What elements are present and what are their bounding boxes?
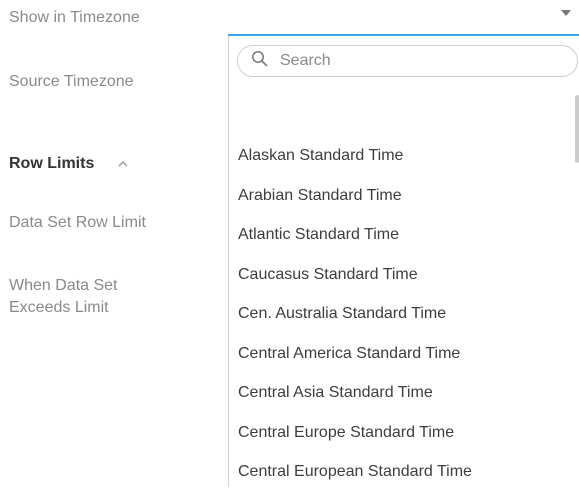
timezone-option[interactable]: Central Asia Standard Time (229, 373, 569, 413)
when-exceeds-line-2: Exceeds Limit (9, 299, 109, 316)
timezone-option[interactable]: Central European Standard Time (229, 452, 569, 492)
search-icon (251, 50, 268, 72)
search-input[interactable] (278, 51, 542, 71)
timezone-dropdown-panel: Alaskan Standard Time Arabian Standard T… (228, 36, 579, 487)
timezone-option[interactable]: Atlantic Standard Time (229, 215, 569, 255)
when-exceeds-limit-label: When Data Set Exceeds Limit (9, 275, 118, 319)
caret-down-icon[interactable] (561, 10, 571, 16)
timezone-option[interactable]: Cen. Australia Standard Time (229, 294, 569, 334)
chevron-up-icon[interactable] (116, 157, 130, 171)
timezone-option[interactable]: Alaskan Standard Time (229, 136, 569, 176)
show-in-timezone-label: Show in Timezone (9, 9, 140, 26)
source-timezone-label: Source Timezone (9, 73, 134, 90)
search-box[interactable] (237, 45, 578, 77)
timezone-option[interactable]: Arabian Standard Time (229, 176, 569, 216)
when-exceeds-line-1: When Data Set (9, 277, 118, 294)
scrollbar-thumb[interactable] (575, 95, 579, 163)
timezone-option[interactable]: Caucasus Standard Time (229, 255, 569, 295)
timezone-list: Alaskan Standard Time Arabian Standard T… (229, 136, 569, 492)
timezone-option[interactable]: Central Europe Standard Time (229, 413, 569, 453)
data-set-row-limit-label: Data Set Row Limit (9, 214, 146, 231)
timezone-option[interactable]: Central America Standard Time (229, 334, 569, 374)
row-limits-section-header[interactable]: Row Limits (9, 154, 130, 174)
row-limits-title: Row Limits (9, 155, 95, 172)
